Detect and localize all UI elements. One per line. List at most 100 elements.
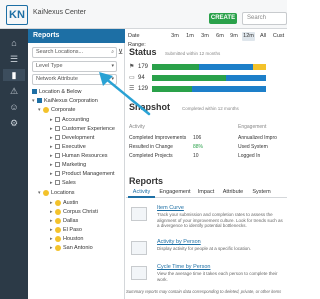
status-bar-segment[interactable] — [152, 86, 192, 92]
alert-icon[interactable]: ⚠ — [8, 85, 20, 97]
location-dot-icon — [55, 235, 61, 242]
tree-item-label: Executive — [62, 144, 86, 150]
network-attribute-label: Network Attribute — [36, 76, 78, 82]
date-range-label: Date Range: — [128, 33, 146, 48]
report-thumbnail-icon — [131, 207, 147, 221]
location-dot-icon — [55, 226, 61, 233]
checkbox-icon — [32, 89, 37, 95]
tree-item-label: Dallas — [63, 218, 79, 224]
kainexus-logo[interactable]: KN — [6, 5, 28, 25]
location-dot-icon — [55, 217, 61, 224]
tree-item[interactable]: ▸ Austin — [50, 199, 78, 207]
tree-item[interactable]: ▸ Human Resources — [50, 152, 108, 160]
status-subtitle: Submitted within 12 months — [165, 51, 221, 56]
tree-item-label: Product Management — [62, 171, 115, 177]
checkbox-icon — [55, 135, 60, 141]
tree-item-label: Austin — [63, 200, 79, 206]
search-icon: ⌕ — [111, 49, 114, 55]
tree-item[interactable]: ▸ Sales — [50, 179, 76, 187]
gear-icon[interactable]: ⚙ — [8, 117, 20, 129]
tree-item-root[interactable]: ▾ KaiNexus Corporation — [32, 97, 98, 105]
tree-item[interactable]: ▸ Customer Experience — [50, 125, 115, 133]
tree-item[interactable]: ▸ Accounting — [50, 116, 89, 124]
location-search-input[interactable]: Search Locations... ⌕ — [32, 47, 117, 58]
tree-item[interactable]: ▸ San Antonio — [50, 244, 93, 252]
tree-item[interactable]: ▸ Houston — [50, 235, 84, 243]
snapshot-row-value: 88% — [193, 144, 204, 150]
date-range-option[interactable]: Cust — [272, 32, 285, 41]
tree-item[interactable]: ▸ Development — [50, 134, 94, 142]
status-bar-segment[interactable] — [192, 86, 266, 92]
report-description: Track your submission and completion rat… — [157, 212, 283, 228]
location-below-checkbox[interactable]: Location & Below — [32, 88, 82, 96]
date-range-option[interactable]: 6m — [215, 32, 225, 41]
snapshot-row-label: Completed Improvements — [129, 135, 187, 141]
list-icon[interactable]: ☰ — [8, 53, 20, 65]
location-dot-icon — [55, 199, 61, 206]
checkbox-icon — [55, 144, 60, 150]
tab-activity[interactable]: Activity — [128, 187, 155, 198]
tree-item-label: El Paso — [63, 227, 82, 233]
tab-system[interactable]: System — [249, 187, 274, 198]
tree-item-locations[interactable]: ▾ Locations — [38, 189, 75, 197]
status-bar-segment[interactable] — [152, 75, 226, 81]
tree-item[interactable]: ▸ Dallas — [50, 217, 78, 225]
date-range-option-active[interactable]: 12m — [242, 32, 255, 41]
reports-heading: Reports — [129, 176, 164, 186]
snapshot-engagement-label: Annualized Impro — [238, 135, 277, 141]
tab-engagement[interactable]: Engagement — [157, 187, 193, 198]
tree-item-label: Corporate — [51, 107, 76, 113]
report-title[interactable]: Cycle Time by Person — [157, 264, 211, 270]
tree-item-label: Accounting — [62, 117, 90, 123]
tree-item[interactable]: ▸ Marketing — [50, 161, 86, 169]
tab-impact[interactable]: Impact — [195, 187, 217, 198]
date-range-option[interactable]: 3m — [200, 32, 210, 41]
chart-icon[interactable]: ▮ — [3, 69, 25, 81]
snapshot-row-value: 10 — [193, 153, 199, 159]
tab-attribute[interactable]: Attribute — [219, 187, 247, 198]
report-description: View the average time it takes each pers… — [157, 271, 278, 282]
snapshot-row-label: Completed Projects — [129, 153, 173, 159]
date-range-option[interactable]: 1m — [185, 32, 195, 41]
tree-item-label: Customer Experience — [62, 126, 115, 132]
people-icon[interactable]: ☺ — [8, 101, 20, 113]
tree-item-label: San Antonio — [63, 245, 93, 251]
location-below-label: Location & Below — [39, 89, 82, 95]
report-thumbnail-icon — [131, 266, 147, 280]
status-bar-segment[interactable] — [226, 75, 266, 81]
location-search-placeholder: Search Locations... — [36, 49, 84, 55]
snapshot-subtitle: Completed within 12 months — [182, 106, 239, 111]
date-range-option[interactable]: 9m — [229, 32, 239, 41]
tree-item-label: KaiNexus Corporation — [44, 98, 98, 104]
tree-item[interactable]: ▸ Corpus Christi — [50, 208, 98, 216]
home-icon[interactable]: ⌂ — [8, 37, 20, 49]
tree-item-corporate[interactable]: ▾ Corporate — [38, 106, 75, 114]
status-bar-segment[interactable] — [253, 64, 266, 70]
location-dot-icon — [43, 106, 49, 113]
tree-item-label: Development — [62, 135, 95, 141]
level-type-label: Level Type — [36, 63, 63, 69]
date-range-option[interactable]: All — [258, 32, 268, 41]
tree-item-label: Corpus Christi — [63, 209, 98, 215]
report-item[interactable]: Activity by Person Display activity for … — [129, 239, 285, 265]
report-title[interactable]: Activity by Person — [157, 239, 201, 245]
tree-item[interactable]: ▸ Executive — [50, 143, 86, 151]
tree-item-label: Locations — [51, 190, 75, 196]
report-item[interactable]: Item Curve Track your submission and com… — [129, 205, 285, 231]
tree-item[interactable]: ▸ Product Management — [50, 170, 115, 178]
report-description: Display activity for people at a specifi… — [157, 246, 252, 251]
engagement-column-label: Engagement — [238, 124, 267, 130]
tree-item[interactable]: ▸ El Paso — [50, 226, 82, 234]
filter-icon[interactable]: ⊻ — [118, 48, 123, 56]
status-bar-segment[interactable] — [199, 64, 253, 70]
create-button[interactable]: CREATE — [209, 13, 237, 24]
tree-item-label: Houston — [63, 236, 84, 242]
report-title[interactable]: Item Curve — [157, 205, 184, 211]
reports-footnote: Summary reports may contain data corresp… — [126, 289, 282, 294]
tree-item-label: Sales — [62, 180, 76, 186]
tree-item-label: Human Resources — [62, 153, 108, 159]
report-item[interactable]: Cycle Time by Person View the average ti… — [129, 264, 285, 290]
date-range-option[interactable]: 3m — [170, 32, 180, 41]
status-bar-segment[interactable] — [152, 64, 199, 70]
global-search-input[interactable]: Search — [242, 12, 287, 25]
